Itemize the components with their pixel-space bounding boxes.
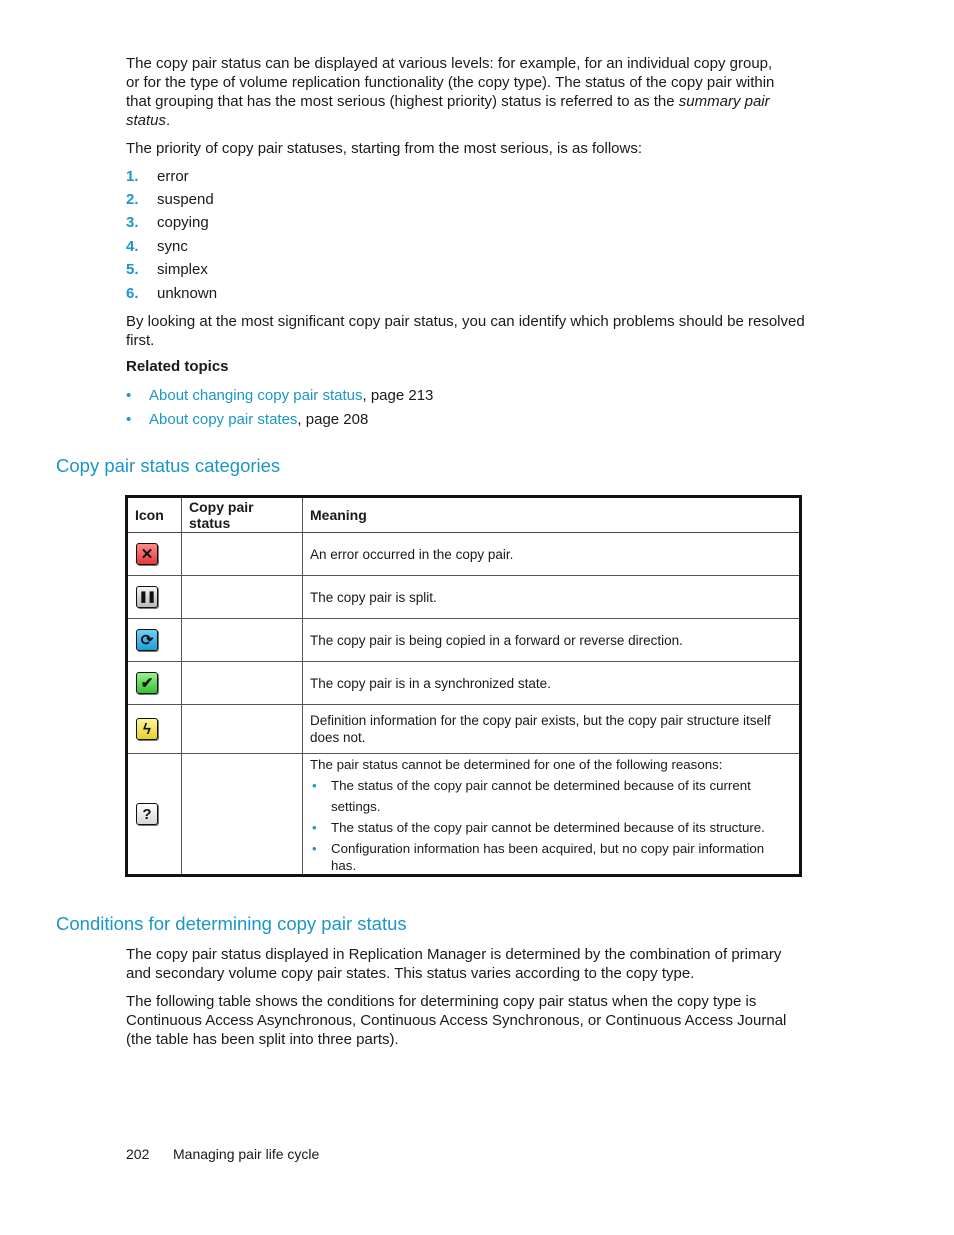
table-row: ϟ Definition information for the copy pa… bbox=[126, 704, 801, 754]
status-cell bbox=[181, 575, 303, 619]
intro-line: or for the type of volume replication fu… bbox=[126, 74, 775, 91]
intro-text: that grouping that has the most serious … bbox=[126, 93, 679, 110]
icon-cell: ϟ bbox=[126, 704, 182, 754]
meaning-cell: The copy pair is in a synchronized state… bbox=[302, 661, 801, 705]
reason-text: has. bbox=[331, 858, 357, 873]
meaning-intro: The pair status cannot be determined for… bbox=[310, 757, 723, 772]
list-number: 4. bbox=[126, 238, 139, 255]
table-row: ❚❚ The copy pair is split. bbox=[126, 575, 801, 619]
term-emphasis: status bbox=[126, 112, 167, 129]
bullet-icon: • bbox=[126, 387, 132, 404]
table-header-row: Icon Copy pair status Meaning bbox=[126, 496, 801, 533]
icon-cell: ✕ bbox=[126, 532, 182, 576]
chapter-title: Managing pair life cycle bbox=[173, 1146, 320, 1162]
meaning-cell: The pair status cannot be determined for… bbox=[302, 753, 801, 876]
status-cell bbox=[181, 753, 303, 876]
list-label: suspend bbox=[157, 191, 214, 208]
conditions-paragraph: The copy pair status displayed in Replic… bbox=[126, 945, 816, 983]
page-reference: , page 213 bbox=[362, 387, 434, 404]
column-header-meaning: Meaning bbox=[302, 496, 801, 533]
status-categories-table: Icon Copy pair status Meaning ✕ An error… bbox=[125, 495, 802, 877]
table-row: ? The pair status cannot be determined f… bbox=[126, 753, 801, 876]
meaning-cell: The copy pair is split. bbox=[302, 575, 801, 619]
table-row: ✕ An error occurred in the copy pair. bbox=[126, 532, 801, 576]
icon-cell: ✔ bbox=[126, 661, 182, 705]
list-number: 5. bbox=[126, 261, 139, 278]
paragraph-line: first. bbox=[126, 332, 155, 349]
reason-text: Configuration information has been acqui… bbox=[331, 841, 765, 856]
bullet-icon: • bbox=[126, 411, 132, 428]
priority-item: 4. sync bbox=[126, 237, 188, 256]
table-intro-paragraph: The following table shows the conditions… bbox=[126, 992, 816, 1049]
icon-cell: ❚❚ bbox=[126, 575, 182, 619]
paragraph-line: By looking at the most significant copy … bbox=[126, 313, 805, 330]
related-topic-link[interactable]: About changing copy pair status bbox=[149, 387, 362, 404]
section-heading-conditions: Conditions for determining copy pair sta… bbox=[56, 913, 407, 934]
simplex-icon: ϟ bbox=[136, 718, 158, 740]
intro-line: status. bbox=[126, 111, 816, 130]
sync-icon: ✔ bbox=[136, 672, 158, 694]
list-number: 2. bbox=[126, 191, 139, 208]
priority-item: 3. copying bbox=[126, 213, 209, 232]
meaning-line: does not. bbox=[310, 730, 366, 745]
resolution-paragraph: By looking at the most significant copy … bbox=[126, 312, 816, 350]
meaning-cell: Definition information for the copy pair… bbox=[302, 704, 801, 754]
copying-icon: ⟳ bbox=[136, 629, 158, 651]
meaning-cell: An error occurred in the copy pair. bbox=[302, 532, 801, 576]
status-cell bbox=[181, 618, 303, 662]
related-topic-item: • About changing copy pair status, page 2… bbox=[126, 386, 433, 405]
list-label: unknown bbox=[157, 285, 218, 302]
related-topics-heading: Related topics bbox=[126, 358, 229, 375]
icon-cell: ⟳ bbox=[126, 618, 182, 662]
list-label: copying bbox=[157, 214, 209, 231]
list-label: sync bbox=[157, 238, 188, 255]
intro-text: . bbox=[166, 112, 171, 129]
table-row: ⟳ The copy pair is being copied in a for… bbox=[126, 618, 801, 662]
status-cell bbox=[181, 661, 303, 705]
reason-bullet: The status of the copy pair cannot be de… bbox=[310, 775, 792, 817]
list-label: simplex bbox=[157, 261, 208, 278]
paragraph-line: (the table has been split into three par… bbox=[126, 1031, 399, 1048]
suspend-icon: ❚❚ bbox=[136, 586, 158, 608]
unknown-icon: ? bbox=[136, 803, 158, 825]
paragraph-line: The following table shows the conditions… bbox=[126, 993, 757, 1010]
status-cell bbox=[181, 532, 303, 576]
column-header-status: Copy pair status bbox=[181, 496, 303, 533]
list-number: 1. bbox=[126, 168, 139, 185]
list-number: 3. bbox=[126, 214, 139, 231]
intro-paragraph: The copy pair status can be displayed at… bbox=[126, 54, 816, 130]
priority-item: 1. error bbox=[126, 167, 189, 186]
icon-cell: ? bbox=[126, 753, 182, 876]
priority-item: 6. unknown bbox=[126, 284, 217, 303]
intro-line: The copy pair status can be displayed at… bbox=[126, 55, 773, 72]
page-number: 202 bbox=[126, 1146, 150, 1162]
list-label: error bbox=[157, 168, 189, 185]
list-number: 6. bbox=[126, 285, 139, 302]
table-row: ✔ The copy pair is in a synchronized sta… bbox=[126, 661, 801, 705]
related-topic-link[interactable]: About copy pair states bbox=[149, 411, 297, 428]
priority-item: 2. suspend bbox=[126, 190, 214, 209]
intro-line: that grouping that has the most serious … bbox=[126, 92, 816, 111]
reason-bullet: The status of the copy pair cannot be de… bbox=[310, 817, 792, 838]
column-header-icon: Icon bbox=[126, 496, 182, 533]
section-heading-status-categories: Copy pair status categories bbox=[56, 455, 281, 476]
status-cell bbox=[181, 704, 303, 754]
priority-intro: The priority of copy pair statuses, star… bbox=[126, 140, 643, 157]
page-reference: , page 208 bbox=[297, 411, 369, 428]
term-emphasis: summary pair bbox=[678, 93, 770, 110]
priority-item: 5. simplex bbox=[126, 260, 208, 279]
related-topic-item: • About copy pair states, page 208 bbox=[126, 410, 368, 429]
error-icon: ✕ bbox=[136, 543, 158, 565]
reason-bullet: Configuration information has been acqui… bbox=[310, 840, 792, 874]
meaning-cell: The copy pair is being copied in a forwa… bbox=[302, 618, 801, 662]
meaning-line: Definition information for the copy pair… bbox=[310, 713, 771, 728]
paragraph-line: and secondary volume copy pair states. T… bbox=[126, 965, 695, 982]
paragraph-line: Continuous Access Asynchronous, Continuo… bbox=[126, 1012, 787, 1029]
paragraph-line: The copy pair status displayed in Replic… bbox=[126, 946, 782, 963]
